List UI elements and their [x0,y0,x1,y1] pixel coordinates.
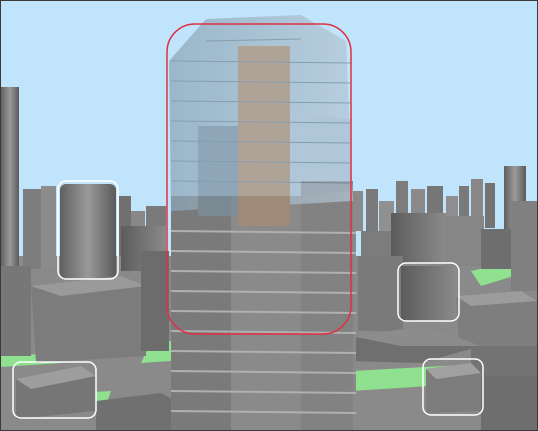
left-cylinder-building [60,184,116,279]
city-scene[interactable] [1,1,537,430]
glass-tower-overlay [169,15,353,226]
3d-city-viewport[interactable] [0,0,538,431]
